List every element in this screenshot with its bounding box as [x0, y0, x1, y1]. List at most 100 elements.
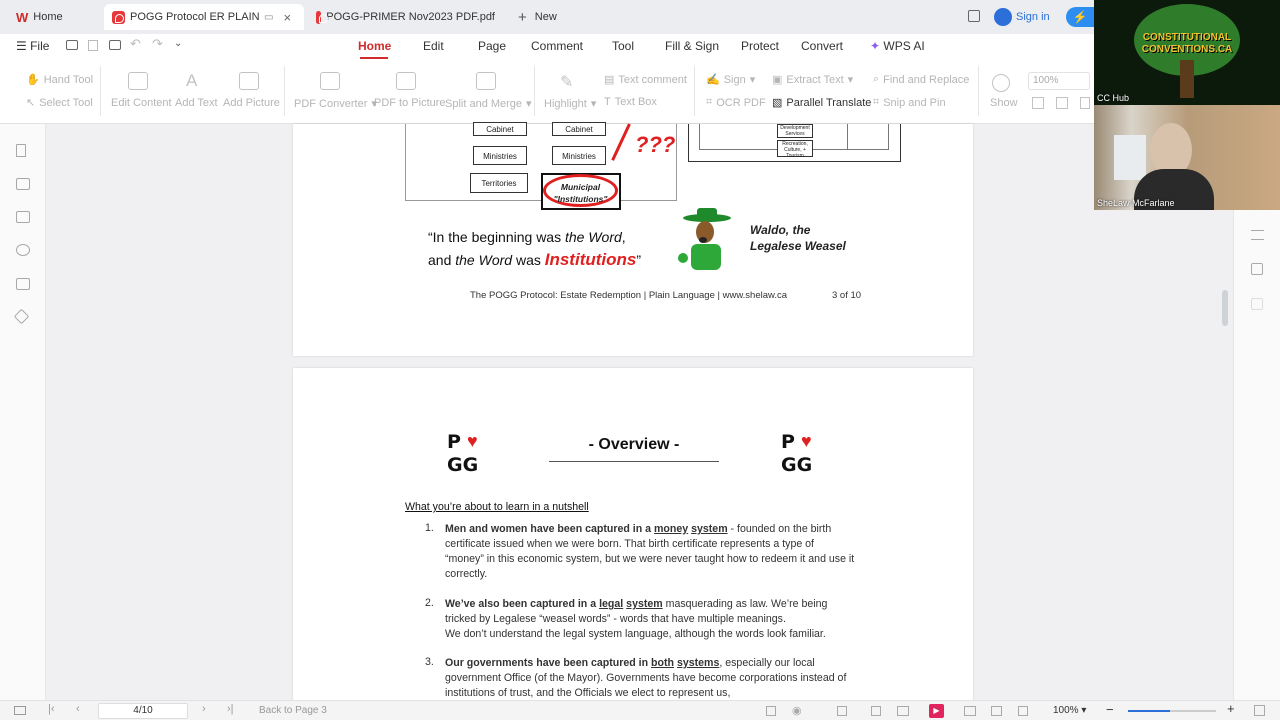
- folder-icon[interactable]: [66, 40, 78, 50]
- signature-icon: ✍: [706, 74, 720, 86]
- quote-italic: the Word: [564, 229, 622, 245]
- menu-tool[interactable]: Tool: [612, 39, 634, 53]
- grid-icon[interactable]: [1251, 298, 1263, 310]
- sign-in-link[interactable]: Sign in: [1016, 11, 1050, 23]
- menu-comment[interactable]: Comment: [531, 39, 583, 53]
- pdf-to-picture-button[interactable]: PDF to Picture: [374, 97, 446, 109]
- zoom-select[interactable]: 100%: [1028, 72, 1090, 90]
- tab-home[interactable]: W Home: [8, 4, 98, 30]
- show-button[interactable]: Show: [990, 97, 1018, 109]
- tab-pogg-protocol[interactable]: POGG Protocol ER PLAIN LAN ▭ ×: [104, 4, 304, 30]
- fullscreen-icon[interactable]: [1018, 706, 1028, 716]
- avatar-icon[interactable]: [994, 8, 1012, 26]
- close-icon[interactable]: ×: [283, 10, 291, 25]
- save-icon[interactable]: [88, 40, 98, 51]
- file-menu[interactable]: ☰ File: [16, 39, 49, 53]
- book-icon[interactable]: [1251, 263, 1263, 275]
- play-slideshow-icon[interactable]: ▶: [929, 704, 944, 718]
- export-icon[interactable]: [766, 706, 776, 716]
- menu-protect[interactable]: Protect: [741, 39, 779, 53]
- menu-fill-sign[interactable]: Fill & Sign: [665, 39, 719, 53]
- settings-sliders-icon[interactable]: [1251, 230, 1264, 240]
- fit-width-icon[interactable]: [991, 706, 1002, 716]
- tab-pogg-primer[interactable]: POGG-PRIMER Nov2023 PDF.pdf: [308, 4, 503, 30]
- page-number-input[interactable]: 4/10: [98, 703, 188, 719]
- extract-text-button[interactable]: ▣ Extract Text ▾: [772, 73, 854, 87]
- find-replace-button[interactable]: ⌕ Find and Replace: [873, 73, 969, 86]
- ocr-pdf-button[interactable]: ⌗ OCR PDF: [706, 96, 766, 109]
- zoom-level-label: 100%: [1053, 705, 1079, 716]
- sign-button[interactable]: ✍ Sign ▾: [706, 73, 756, 87]
- split-merge-button[interactable]: Split and Merge ▾: [445, 97, 532, 111]
- single-page-icon[interactable]: [871, 706, 881, 716]
- add-text-button[interactable]: Add Text: [175, 97, 218, 109]
- text-comment-button[interactable]: ▤ Text comment: [604, 73, 687, 87]
- zoom-out-button[interactable]: −: [1106, 702, 1114, 717]
- next-page-icon[interactable]: ›: [202, 703, 206, 715]
- sign-label: Sign: [723, 73, 746, 86]
- constitutional-logo-text: CONSTITUTIONAL CONVENTIONS.CA: [1141, 32, 1233, 55]
- sidebar-toggle-icon[interactable]: [14, 706, 26, 715]
- list-number: 1.: [425, 522, 434, 534]
- last-page-icon[interactable]: ›|: [227, 703, 234, 715]
- layers-icon[interactable]: [13, 308, 30, 325]
- snip-pin-button[interactable]: ⌗ Snip and Pin: [873, 96, 946, 109]
- chevron-down-icon[interactable]: ⌄: [174, 38, 182, 49]
- scrollbar-thumb[interactable]: [1222, 290, 1228, 326]
- back-to-page-link[interactable]: Back to Page 3: [259, 705, 327, 716]
- zoom-in-button[interactable]: +: [1227, 701, 1235, 716]
- edit-content-button[interactable]: Edit Content: [111, 97, 172, 109]
- prev-page-icon[interactable]: ‹: [76, 703, 80, 715]
- logo-p: P: [447, 431, 461, 453]
- heart-icon: ♥: [801, 431, 812, 451]
- two-page-icon[interactable]: [897, 706, 909, 716]
- list-item-underline: money: [653, 523, 689, 535]
- redo-icon[interactable]: ↷: [152, 36, 163, 52]
- highlight-button[interactable]: Highlight ▾: [544, 97, 596, 111]
- translate-icon: ▧: [772, 97, 783, 109]
- tree-trunk: [1180, 60, 1194, 98]
- eye-icon[interactable]: ◉: [792, 704, 802, 717]
- menu-page[interactable]: Page: [478, 39, 506, 53]
- menu-home[interactable]: Home: [358, 39, 391, 53]
- add-picture-button[interactable]: Add Picture: [223, 97, 280, 109]
- list-item-bold: Men and women have been captured in a: [445, 523, 654, 535]
- waldo-weasel-icon: [669, 208, 739, 272]
- chevron-down-icon: ▾: [749, 74, 756, 86]
- window-icon[interactable]: [968, 10, 980, 22]
- undo-icon[interactable]: ↶: [130, 36, 141, 52]
- new-tab-button[interactable]: + New: [510, 4, 570, 30]
- menu-convert[interactable]: Convert: [801, 39, 843, 53]
- bookmark-icon[interactable]: [16, 144, 26, 157]
- chevron-down-icon: ▾: [847, 74, 854, 86]
- video-tile-shelaw[interactable]: SheLaw McFarlane: [1094, 105, 1280, 210]
- pdf-icon: [316, 10, 329, 24]
- page-icon[interactable]: [1080, 97, 1090, 109]
- fit-page-icon[interactable]: [1032, 97, 1044, 109]
- signature-icon[interactable]: [16, 278, 30, 290]
- cursor-icon: ↖: [26, 97, 36, 109]
- attachment-icon[interactable]: [16, 244, 30, 256]
- hand-tool-button[interactable]: ✋ Hand Tool: [26, 73, 93, 87]
- expand-icon[interactable]: [1254, 705, 1265, 716]
- text-box-button[interactable]: T Text Box: [604, 96, 657, 108]
- split-merge-label: Split and Merge: [445, 97, 523, 110]
- menu-wps-ai[interactable]: ✦ WPS AI: [870, 39, 925, 53]
- zoom-level[interactable]: 100% ▾: [1053, 705, 1086, 716]
- print-icon[interactable]: [109, 40, 121, 50]
- video-tile-cc-hub[interactable]: CONSTITUTIONAL CONVENTIONS.CA CC Hub: [1094, 0, 1280, 105]
- quote-line-1: “In the beginning was the Word,: [428, 229, 626, 245]
- comment-icon[interactable]: [16, 211, 30, 223]
- lightning-icon[interactable]: ⚡: [1066, 7, 1094, 27]
- crop-icon[interactable]: [1056, 97, 1068, 109]
- list-item-underline: systems: [676, 657, 720, 669]
- thumbnail-icon[interactable]: [16, 178, 30, 190]
- parallel-translate-button[interactable]: ▧ Parallel Translate: [772, 96, 871, 110]
- divider: [100, 66, 101, 116]
- scroll-mode-icon[interactable]: [837, 706, 847, 716]
- first-page-icon[interactable]: |‹: [48, 703, 55, 715]
- select-tool-button[interactable]: ↖ Select Tool: [26, 96, 93, 110]
- menu-edit[interactable]: Edit: [423, 39, 444, 53]
- grid-view-icon[interactable]: [964, 706, 976, 716]
- pdf-converter-button[interactable]: PDF Converter ▾: [294, 97, 377, 111]
